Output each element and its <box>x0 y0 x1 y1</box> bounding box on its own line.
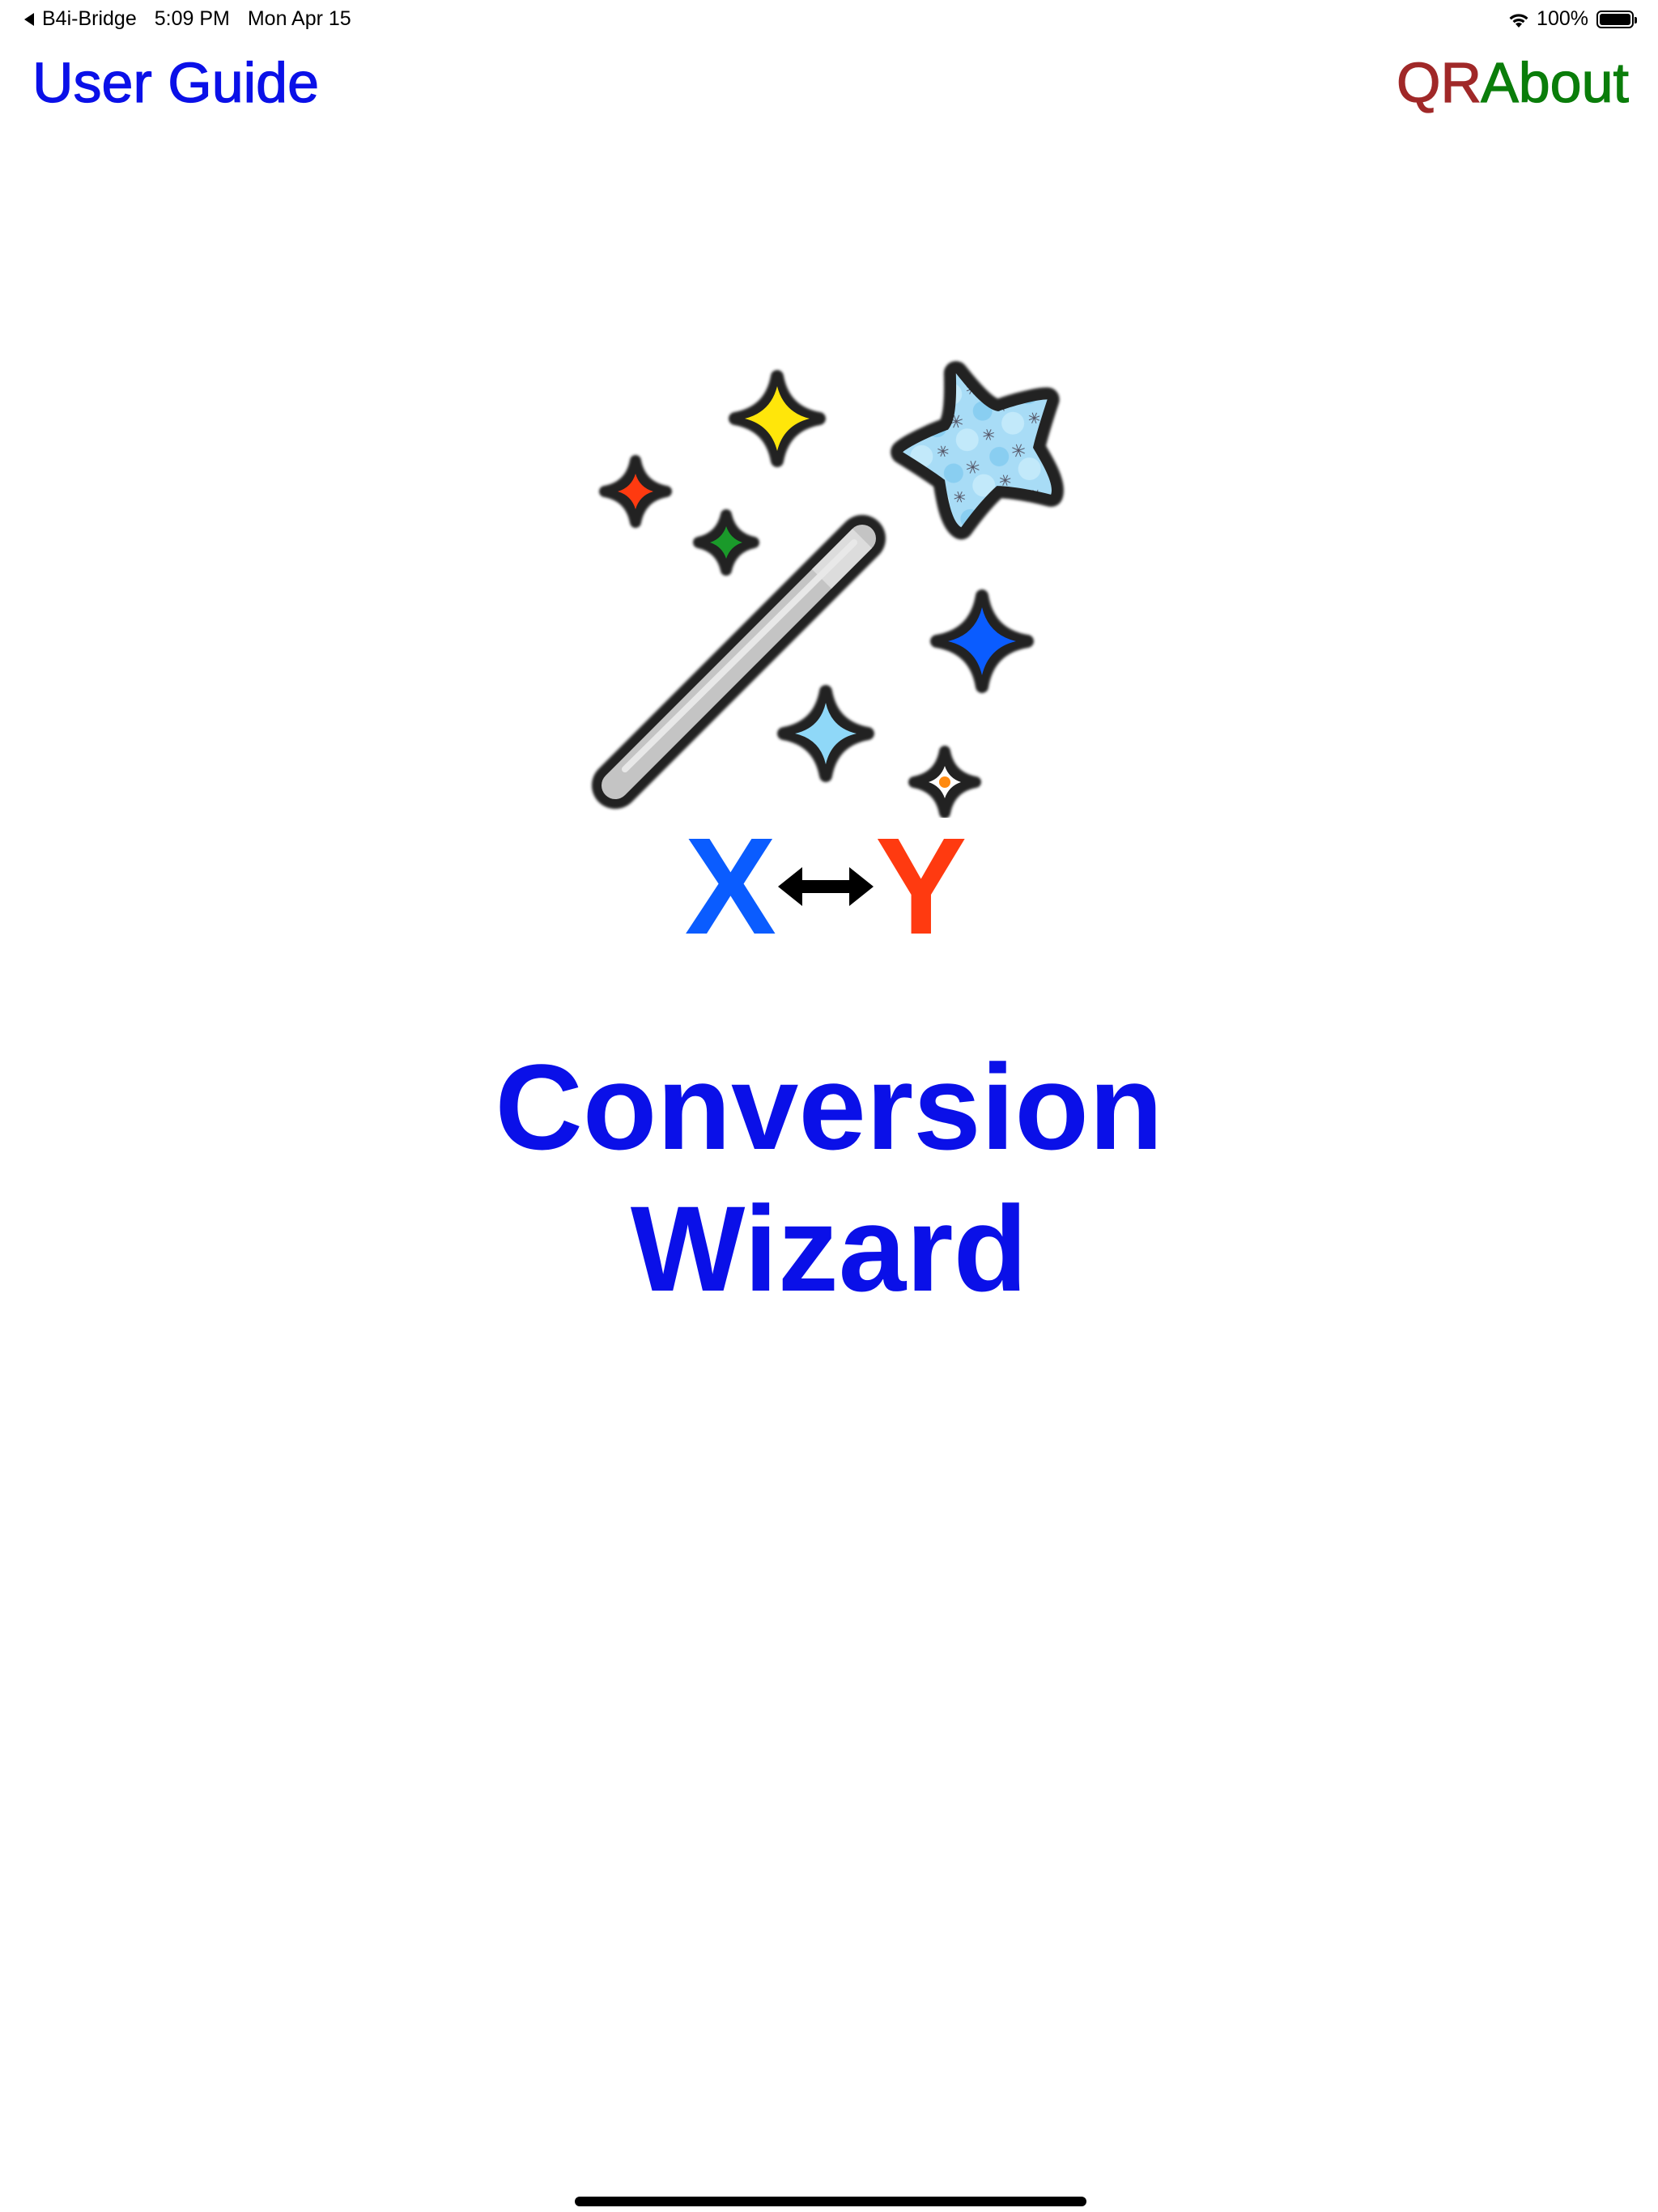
app-logo: X Y <box>534 291 1117 955</box>
battery-fill <box>1600 13 1630 25</box>
qr-button[interactable]: QR <box>1396 50 1482 115</box>
app-title-line2: Wizard <box>630 1180 1028 1317</box>
back-app-label[interactable]: B4i-Bridge <box>42 7 137 31</box>
wifi-icon <box>1509 13 1528 28</box>
status-bar: B4i-Bridge 5:09 PM Mon Apr 15 100% <box>0 0 1658 39</box>
about-button[interactable]: About <box>1480 50 1629 115</box>
user-guide-button[interactable]: User Guide <box>32 50 319 115</box>
battery-icon <box>1596 10 1637 28</box>
app-title: Conversion Wizard <box>0 1036 1658 1320</box>
magic-wand-icon <box>592 361 1064 818</box>
back-arrow-icon[interactable] <box>24 12 34 26</box>
x-letter: X <box>684 810 776 963</box>
battery-percent: 100% <box>1537 7 1588 30</box>
status-bar-right: 100% <box>1507 7 1637 31</box>
double-arrow-icon <box>778 867 874 906</box>
status-time: 5:09 PM <box>154 7 230 30</box>
home-indicator[interactable] <box>575 2197 1086 2206</box>
xy-conversion-mark: X Y <box>534 818 1117 955</box>
status-bar-left: B4i-Bridge 5:09 PM Mon Apr 15 <box>24 7 351 31</box>
status-date: Mon Apr 15 <box>247 7 351 30</box>
y-letter: Y <box>875 810 967 963</box>
app-title-line1: Conversion <box>495 1039 1163 1175</box>
